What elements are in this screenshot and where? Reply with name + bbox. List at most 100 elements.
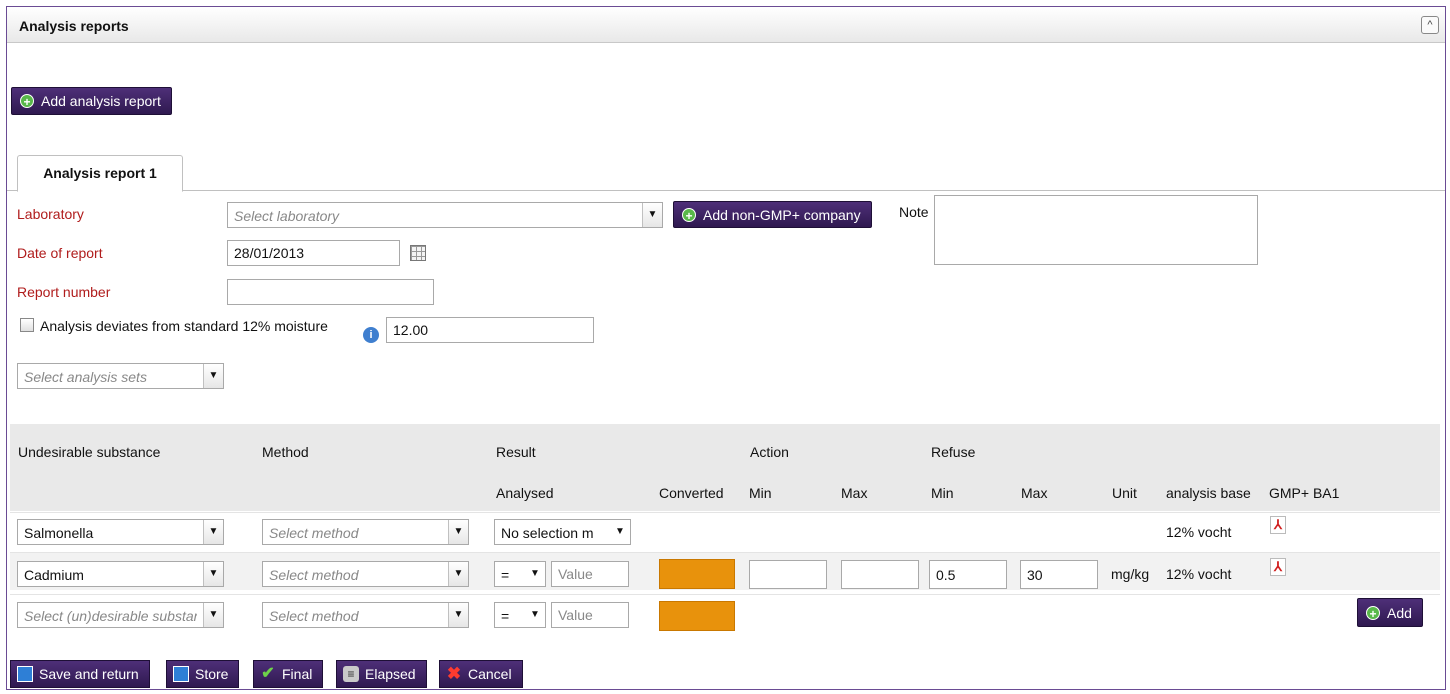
substance-select[interactable]: Cadmium ▼	[17, 561, 224, 587]
pdf-icon[interactable]: ⅄	[1270, 558, 1286, 576]
add-row-label: Add	[1387, 604, 1412, 621]
col-unit: Unit	[1112, 485, 1137, 501]
chevron-down-icon: ▼	[203, 603, 223, 627]
note-textarea[interactable]	[934, 195, 1258, 265]
save-icon	[173, 666, 189, 682]
col-refuse: Refuse	[931, 444, 976, 460]
col-refuse-min: Min	[931, 485, 954, 501]
cancel-button[interactable]: ✖ Cancel	[439, 660, 523, 688]
analysed-value: No selection m	[501, 525, 594, 541]
chevron-down-icon: ▼	[530, 568, 540, 579]
elapsed-icon: ≡	[343, 666, 359, 682]
analysis-sets-select[interactable]: Select analysis sets ▼	[17, 363, 224, 389]
laboratory-select[interactable]: Select laboratory ▼	[227, 202, 663, 228]
plus-circle-icon: +	[20, 94, 34, 109]
chevron-down-icon: ▼	[448, 603, 468, 627]
analysis-base-value: 12% vocht	[1166, 524, 1232, 540]
converted-swatch	[659, 559, 735, 589]
laboratory-placeholder: Select laboratory	[234, 208, 340, 224]
col-converted: Converted	[659, 485, 724, 501]
elapsed-button[interactable]: ≡ Elapsed	[336, 660, 427, 688]
analysis-base-value: 12% vocht	[1166, 566, 1232, 582]
laboratory-label: Laboratory	[17, 206, 84, 222]
check-icon: ✔	[261, 665, 275, 682]
unit-value: mg/kg	[1111, 566, 1150, 582]
value-placeholder: Value	[558, 607, 593, 623]
info-icon[interactable]: i	[363, 327, 379, 343]
save-and-return-button[interactable]: Save and return	[10, 660, 150, 688]
col-result: Result	[496, 444, 536, 460]
calendar-icon[interactable]	[410, 245, 426, 261]
analysed-select[interactable]: No selection m ▼	[494, 519, 631, 545]
action-max-input[interactable]	[841, 560, 919, 589]
col-refuse-max: Max	[1021, 485, 1048, 501]
close-icon: ✖	[446, 664, 462, 683]
substance-placeholder: Select (un)desirable substance	[24, 608, 197, 624]
operator-select[interactable]: = ▼	[494, 602, 546, 628]
collapse-icon[interactable]: ^	[1421, 16, 1439, 34]
substance-value: Salmonella	[24, 525, 94, 541]
analysis-sets-placeholder: Select analysis sets	[24, 369, 147, 385]
moisture-input[interactable]: 12.00	[386, 317, 594, 343]
col-gmp-ba1: GMP+ BA1	[1269, 485, 1340, 501]
substance-select[interactable]: Select (un)desirable substance ▼	[17, 602, 224, 628]
operator-value: =	[501, 567, 510, 583]
final-label: Final	[282, 666, 313, 682]
pdf-icon[interactable]: ⅄	[1270, 516, 1286, 534]
note-label: Note	[899, 204, 929, 220]
store-button[interactable]: Store	[166, 660, 240, 688]
elapsed-label: Elapsed	[365, 666, 416, 682]
refuse-max-input[interactable]: 30	[1020, 560, 1098, 589]
chevron-down-icon: ▼	[203, 562, 223, 586]
converted-swatch	[659, 601, 735, 631]
add-non-gmp-company-button[interactable]: + Add non-GMP+ company	[673, 201, 872, 228]
chevron-down-icon: ▼	[448, 520, 468, 544]
chevron-down-icon: ▼	[615, 526, 625, 537]
save-icon	[17, 666, 33, 682]
method-value: Select method	[269, 608, 359, 624]
method-select[interactable]: Select method ▼	[262, 602, 469, 628]
col-method: Method	[262, 444, 309, 460]
chevron-down-icon: ▼	[203, 364, 223, 388]
method-value: Select method	[269, 567, 359, 583]
store-label: Store	[195, 666, 229, 682]
operator-value: =	[501, 608, 510, 624]
method-select[interactable]: Select method ▼	[262, 561, 469, 587]
col-analysis-base: analysis base	[1166, 485, 1251, 501]
tab-bar: Analysis report 1	[7, 155, 1445, 192]
col-action-min: Min	[749, 485, 772, 501]
panel-header: Analysis reports ^	[7, 7, 1445, 43]
col-action-max: Max	[841, 485, 868, 501]
moisture-checkbox[interactable]	[20, 318, 34, 332]
add-row-button[interactable]: + Add	[1357, 598, 1423, 627]
value-input[interactable]: Value	[551, 602, 629, 628]
col-undesirable-substance: Undesirable substance	[18, 444, 161, 460]
substance-select[interactable]: Salmonella ▼	[17, 519, 224, 545]
refuse-min-input[interactable]: 0.5	[929, 560, 1007, 589]
final-button[interactable]: ✔ Final	[253, 660, 324, 688]
moisture-label: Analysis deviates from standard 12% mois…	[40, 318, 328, 334]
report-number-label: Report number	[17, 284, 111, 300]
report-number-input[interactable]	[227, 279, 434, 305]
plus-circle-icon: +	[682, 207, 696, 223]
date-of-report-input[interactable]: 28/01/2013	[227, 240, 400, 266]
chevron-down-icon: ▼	[530, 609, 540, 620]
chevron-down-icon: ▼	[448, 562, 468, 586]
cancel-label: Cancel	[468, 666, 512, 682]
chevron-down-icon: ▼	[203, 520, 223, 544]
col-analysed: Analysed	[496, 485, 554, 501]
tab-analysis-report-1[interactable]: Analysis report 1	[17, 155, 183, 192]
method-select[interactable]: Select method ▼	[262, 519, 469, 545]
chevron-down-icon: ▼	[642, 203, 662, 227]
action-min-input[interactable]	[749, 560, 827, 589]
date-of-report-label: Date of report	[17, 245, 103, 261]
value-input[interactable]: Value	[551, 561, 629, 587]
operator-select[interactable]: = ▼	[494, 561, 546, 587]
value-placeholder: Value	[558, 566, 593, 582]
plus-circle-icon: +	[1366, 605, 1380, 621]
add-analysis-report-label: Add analysis report	[41, 93, 161, 109]
panel-title: Analysis reports	[19, 18, 129, 34]
col-action: Action	[750, 444, 789, 460]
save-and-return-label: Save and return	[39, 666, 139, 682]
add-analysis-report-button[interactable]: + Add analysis report	[11, 87, 172, 115]
